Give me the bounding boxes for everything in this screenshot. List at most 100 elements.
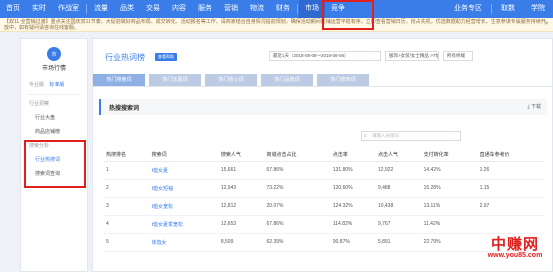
cell-rank: 1 <box>104 161 150 180</box>
cell-keyword[interactable]: t恤女夏 <box>149 161 219 180</box>
nav-logistics[interactable]: 物流 <box>244 0 270 18</box>
nav-market[interactable]: 市场 <box>299 0 325 18</box>
col-keyword[interactable]: 搜索词 <box>149 148 219 162</box>
table-row[interactable]: 3 t恤女宽松 12,812 20.07% 124.32% 10,438 13.… <box>104 197 544 216</box>
tab-brand[interactable]: 热门品牌词 <box>261 74 313 86</box>
tab-hot-search[interactable]: 热门搜索词 <box>93 74 145 86</box>
top-nav: 首页 实时 作战室 流量 品类 交易 内容 服务 营销 物流 财务 市场 竞争 … <box>0 0 553 18</box>
notice-text: 【双11 全营销过渡】重点关注国庆双11节奏，大促前做好商品布局、成交转化、活动… <box>4 19 546 31</box>
notice-bar: 【双11 全营销过渡】重点关注国庆双11节奏，大促前做好商品布局、成交转化、活动… <box>0 18 553 32</box>
cell-value: 15.28% <box>421 179 478 198</box>
search-placeholder: 请输入关键词 <box>372 133 399 138</box>
nav-divider <box>491 4 492 14</box>
cell-value: 10,438 <box>375 197 422 216</box>
cell-rank: 4 <box>104 215 150 234</box>
sidebar-item-hot-search-words[interactable]: 行业热搜词 <box>21 153 87 167</box>
cell-rank: 3 <box>104 197 150 216</box>
edition-standard[interactable]: 标准版 <box>49 82 64 88</box>
cell-value: 11.42% <box>421 215 478 234</box>
watermark-url: www.you85.com <box>487 252 543 259</box>
cell-value: 120.60% <box>330 179 376 198</box>
nav-service[interactable]: 服务 <box>192 0 218 18</box>
cell-value: 20.07% <box>264 197 331 216</box>
nav-war-room[interactable]: 作战室 <box>52 0 85 18</box>
nav-competition[interactable]: 竞争 <box>325 0 351 18</box>
search-icon: ⌕ <box>364 133 367 139</box>
cell-rank: 2 <box>104 179 150 198</box>
cell-value: 1.26 <box>477 161 544 180</box>
cell-value <box>477 215 544 234</box>
edition-switch[interactable]: 专业版 标准版 <box>21 78 87 92</box>
tab-long-tail[interactable]: 热门长尾词 <box>149 74 201 86</box>
cell-keyword[interactable]: t恤女短袖 <box>149 179 219 198</box>
col-search-popularity[interactable]: 搜索人气 <box>218 148 265 162</box>
cell-value: 90.87% <box>330 233 376 252</box>
nav-realtime[interactable]: 实时 <box>26 0 52 18</box>
keyword-search-input[interactable]: ⌕ 请输入关键词 <box>361 131 461 141</box>
cell-value: 12,812 <box>218 197 265 216</box>
tabs-underline <box>93 86 552 87</box>
cell-keyword[interactable]: 体恤女 <box>149 233 219 252</box>
sidebar: 市 市场行情 专业版 标准版 行业洞察 行业大盘 商品店铺榜 搜索分析 行业热搜… <box>20 38 88 272</box>
help-badge[interactable]: 查看帮助 <box>155 53 177 61</box>
cell-value: 114.82% <box>330 215 376 234</box>
nav-trade[interactable]: 交易 <box>140 0 166 18</box>
cell-keyword[interactable]: t恤女宽松 <box>149 197 219 216</box>
sidebar-title: 市场行情 <box>41 66 66 72</box>
platform-select[interactable]: 所有终端 <box>443 51 473 61</box>
table-row[interactable]: 4 t恤女夏季宽松 12,653 67.86% 114.82% 9,767 11… <box>104 215 544 234</box>
col-rank[interactable]: 热搜排名 <box>104 148 150 162</box>
cell-value: 9,488 <box>375 179 422 198</box>
nav-marketing[interactable]: 营销 <box>218 0 244 18</box>
nav-content[interactable]: 内容 <box>166 0 192 18</box>
section-header: 热搜搜索词 ⤓ 下载 <box>99 99 547 115</box>
cell-value: 73.22% <box>264 179 331 198</box>
watermark-title: 中赚网 <box>490 235 539 253</box>
page-title: 行业热词榜 <box>105 53 145 62</box>
nav-fetch-data[interactable]: 取数 <box>493 0 523 18</box>
section-title: 热搜搜索词 <box>109 106 140 112</box>
cell-keyword[interactable]: t恤女夏季宽松 <box>149 215 219 234</box>
cell-value: 15,661 <box>218 161 265 180</box>
edition-pro[interactable]: 专业版 <box>29 82 44 88</box>
market-logo-icon: 市 <box>47 47 61 61</box>
sidebar-item-product-shop-rank[interactable]: 商品店铺榜 <box>21 125 87 139</box>
cell-rank: 5 <box>104 233 150 252</box>
cell-value: 12,922 <box>375 161 422 180</box>
tab-core[interactable]: 热门核心词 <box>205 74 257 86</box>
nav-business-zone[interactable]: 业务专区 <box>446 0 490 18</box>
table-row[interactable]: 2 t恤女短袖 12,943 73.22% 120.60% 9,488 15.2… <box>104 179 544 198</box>
sidebar-group-search: 搜索分析 <box>29 143 50 149</box>
category-select[interactable]: 服饰>女装/女士精品 >T恤 <box>385 51 439 61</box>
cell-value: 67.86% <box>264 215 331 234</box>
col-conversion[interactable]: 支付转化率 <box>421 148 478 162</box>
nav-finance[interactable]: 财务 <box>270 0 296 18</box>
table-row[interactable]: 1 t恤女夏 15,661 57.86% 131.80% 12,922 14.4… <box>104 161 544 180</box>
word-tabs: 热门搜索词 热门长尾词 热门核心词 热门品牌词 热门修饰词 <box>93 74 373 86</box>
date-range-picker[interactable]: 最近1天（2018-08-08～2018-08-08） <box>269 51 381 61</box>
nav-divider <box>86 4 87 14</box>
nav-academy[interactable]: 学院 <box>523 0 553 18</box>
col-ctr[interactable]: 点击率 <box>330 148 376 162</box>
cell-value: 9,767 <box>375 215 422 234</box>
col-mall-click-share[interactable]: 商城点击占比 <box>264 148 331 162</box>
close-icon[interactable]: ✕ <box>544 21 549 27</box>
sidebar-item-industry-overview[interactable]: 行业大盘 <box>21 111 87 125</box>
cell-value: 2.97 <box>477 197 544 216</box>
cell-value: 13.11% <box>421 197 478 216</box>
col-click-popularity[interactable]: 点击人气 <box>375 148 422 162</box>
nav-traffic[interactable]: 流量 <box>88 0 114 18</box>
sidebar-divider <box>27 94 81 95</box>
sidebar-item-search-word-query[interactable]: 搜索词查询 <box>21 167 87 181</box>
nav-category[interactable]: 品类 <box>114 0 140 18</box>
download-label: 下载 <box>530 104 541 110</box>
tab-modifier[interactable]: 热门修饰词 <box>317 74 369 86</box>
download-button[interactable]: ⤓ 下载 <box>527 103 541 110</box>
col-ppc-price[interactable]: 直通车参考价 <box>477 148 544 162</box>
cell-value: 12,943 <box>218 179 265 198</box>
nav-home[interactable]: 首页 <box>0 0 26 18</box>
cell-value: 14.42% <box>421 161 478 180</box>
cell-value: 12,653 <box>218 215 265 234</box>
table-header-row: 热搜排名 搜索词 搜索人气 商城点击占比 点击率 点击人气 支付转化率 直通车参… <box>104 148 544 162</box>
nav-divider <box>297 4 298 14</box>
